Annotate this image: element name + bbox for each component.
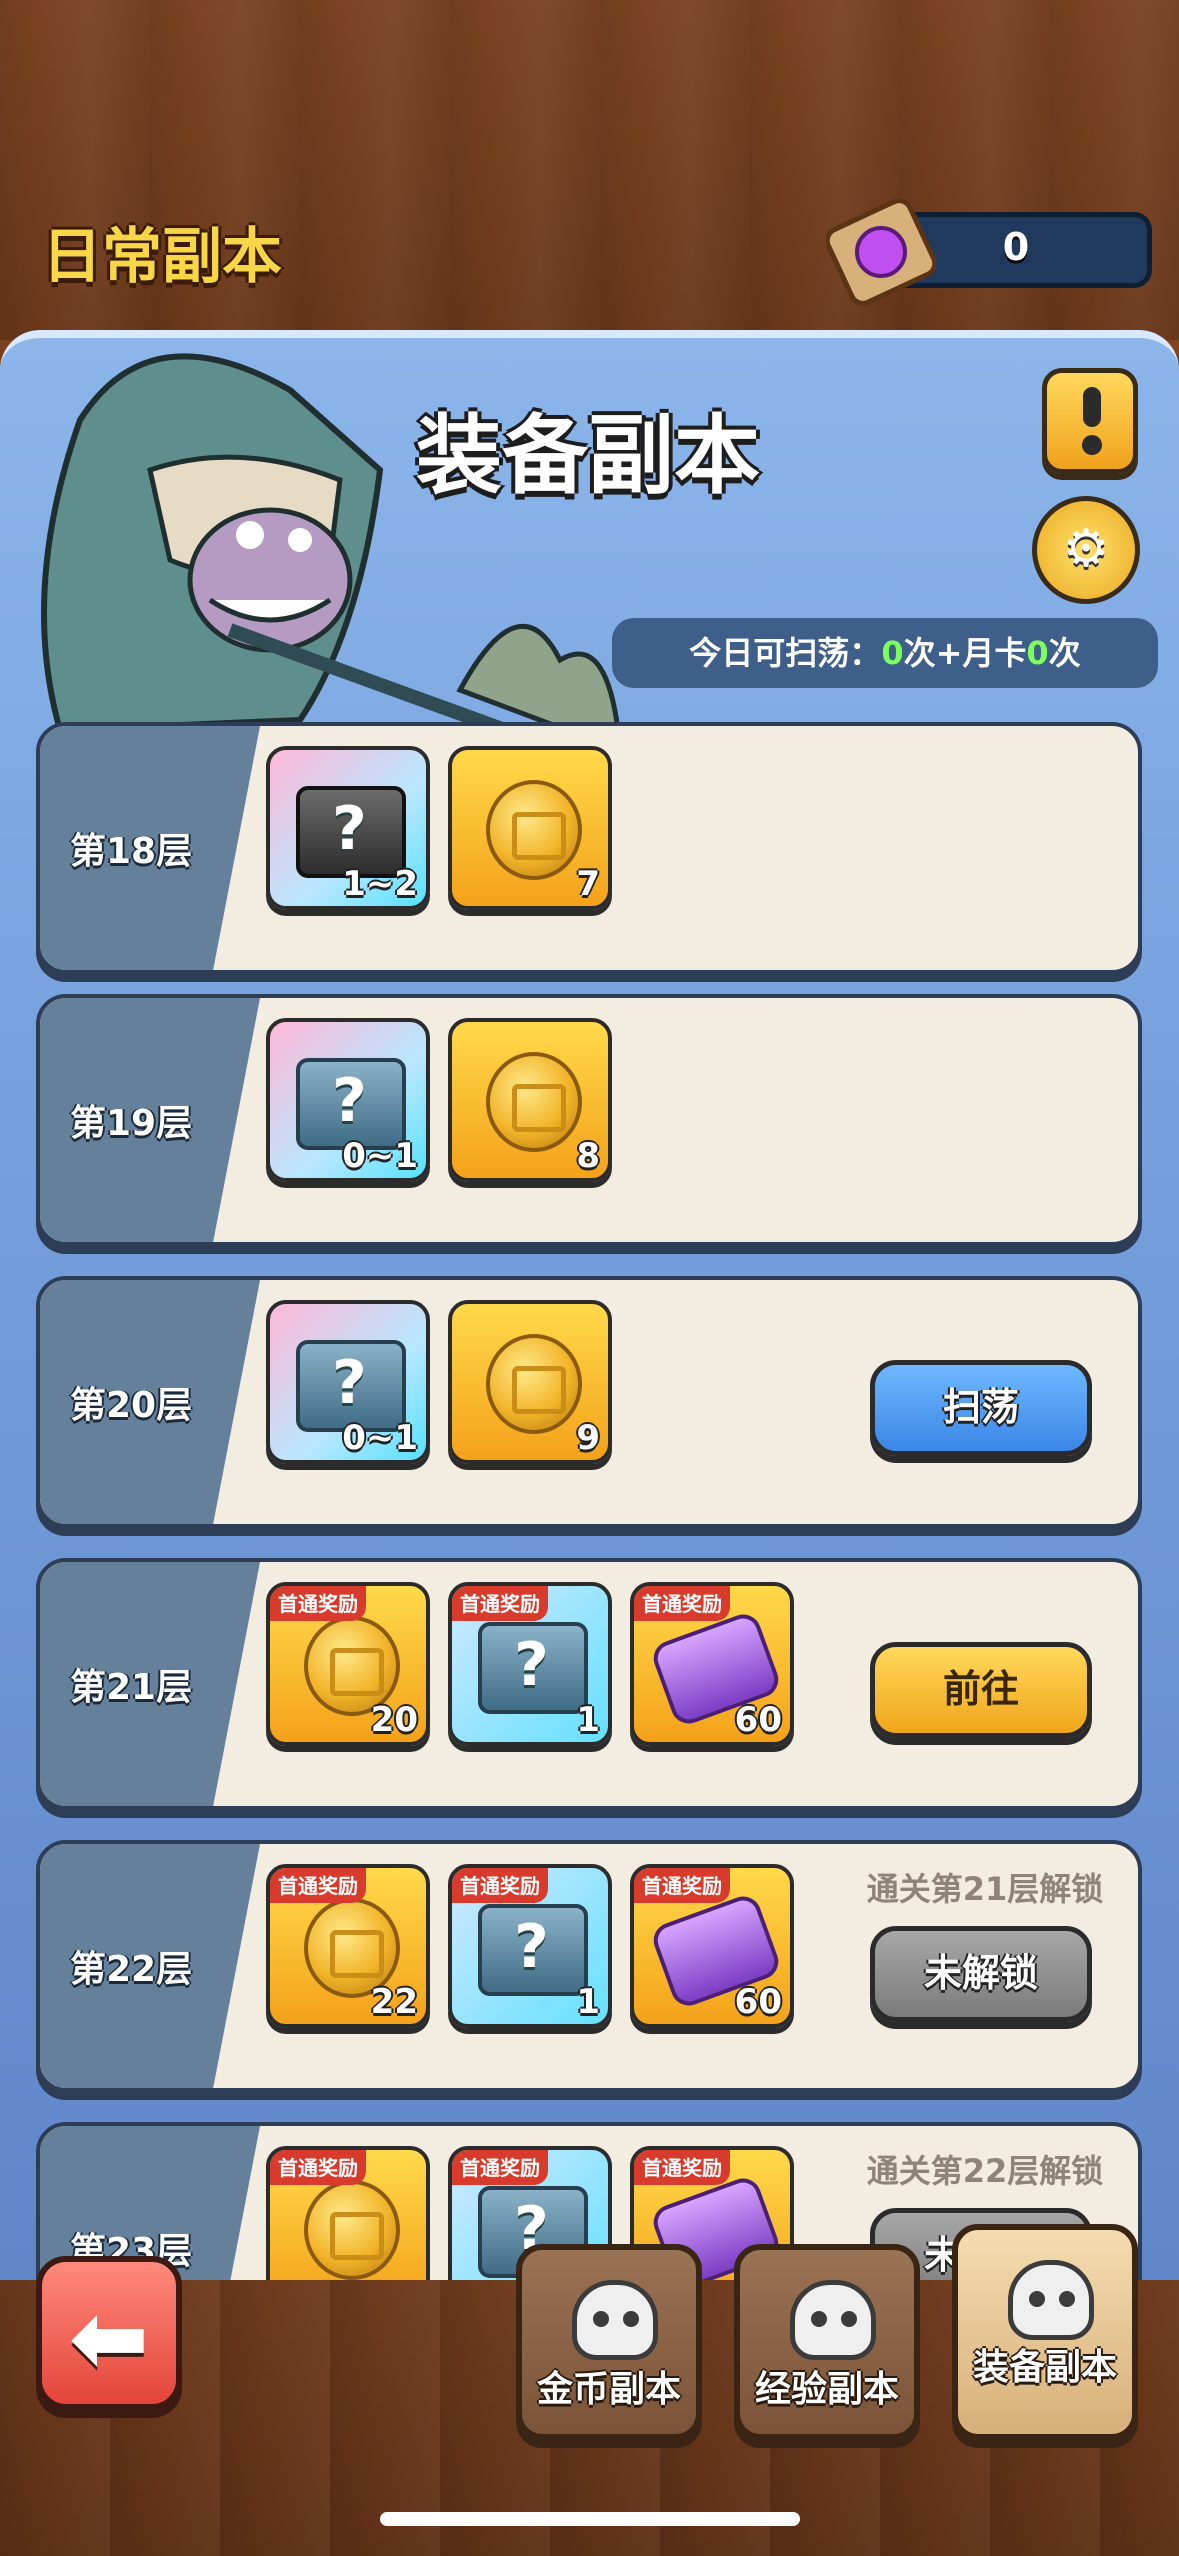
reward-count: 60 (734, 1982, 782, 2022)
coin-icon (486, 1334, 582, 1434)
first-clear-tag: 首通奖励 (270, 1586, 366, 1621)
first-clear-tag: 首通奖励 (634, 1868, 730, 1903)
floor-label: 第18层 (70, 831, 193, 872)
reward-item[interactable]: 7 (448, 746, 612, 910)
reward-item[interactable]: 首通奖励 1 (448, 1582, 612, 1746)
skull-exp-icon (790, 2280, 876, 2360)
reward-item[interactable]: 0~1 (266, 1300, 430, 1464)
coin-icon (486, 1052, 582, 1152)
skull-coin-icon (572, 2280, 658, 2360)
floor-label-bg: 第20层 (40, 1280, 260, 1524)
banner-title: 装备副本 (416, 406, 760, 506)
reward-count: 1~2 (342, 864, 418, 904)
floor-row: 第22层 首通奖励 22 首通奖励 1 首通奖励 60 通关第21层解锁未解锁 (36, 1840, 1142, 2092)
tab-label: 金币副本 (536, 2369, 681, 2410)
locked-button: 未解锁 (870, 1926, 1092, 2022)
reward-item[interactable]: 首通奖励 22 (266, 1864, 430, 2028)
floor-label-bg: 第22层 (40, 1844, 260, 2088)
floor-label-bg: 第21层 (40, 1562, 260, 1806)
scroll-icon (826, 198, 936, 306)
floor-row: 第21层 首通奖励 20 首通奖励 1 首通奖励 60 前往 (36, 1558, 1142, 1810)
floor-label: 第21层 (70, 1667, 193, 1708)
back-button[interactable]: ⬅ (36, 2256, 182, 2410)
auto-settings-button[interactable]: ⚙ (1032, 496, 1140, 604)
reward-item[interactable]: 9 (448, 1300, 612, 1464)
reward-count: 1 (576, 1700, 600, 1740)
mystery-chest-icon (478, 1904, 588, 1996)
reward-count: 22 (370, 1982, 418, 2022)
tab-equip-dungeon[interactable]: 装备副本 (952, 2224, 1138, 2440)
first-clear-tag: 首通奖励 (270, 1868, 366, 1903)
floor-row: 第19层 0~1 8 (36, 994, 1142, 1246)
sweep-button[interactable]: 扫荡 (870, 1360, 1092, 1456)
first-clear-tag: 首通奖励 (452, 1868, 548, 1903)
reward-item[interactable]: 首通奖励 20 (266, 1582, 430, 1746)
first-clear-tag: 首通奖励 (634, 1586, 730, 1621)
exclamation-icon (1083, 387, 1101, 427)
unlock-hint: 通关第22层解锁 (866, 2152, 1104, 2190)
reward-item[interactable]: 首通奖励 60 (630, 1582, 794, 1746)
floor-label: 第19层 (70, 1103, 193, 1144)
tab-label: 经验副本 (754, 2369, 899, 2410)
reward-item[interactable]: 1~2 (266, 746, 430, 910)
first-clear-tag: 首通奖励 (452, 2150, 548, 2185)
skull-equip-icon (1008, 2260, 1094, 2340)
reward-count: 8 (576, 1136, 600, 1176)
coin-icon (304, 2180, 400, 2280)
go-button[interactable]: 前往 (870, 1642, 1092, 1738)
reward-count: 20 (370, 1700, 418, 1740)
floor-row: 第20层 0~1 9 扫荡 (36, 1276, 1142, 1528)
home-indicator (380, 2512, 800, 2526)
reward-count: 1 (576, 1982, 600, 2022)
gear-icon: ⚙ (1062, 519, 1110, 579)
reward-count: 0~1 (342, 1136, 418, 1176)
floor-label-bg: 第18层 (40, 726, 260, 970)
mystery-chest-icon (478, 1622, 588, 1714)
reward-item[interactable]: 首通奖励 60 (630, 1864, 794, 2028)
reward-count: 9 (576, 1418, 600, 1458)
tab-label: 装备副本 (972, 2347, 1117, 2388)
floor-label: 第20层 (70, 1385, 193, 1426)
tab-exp-dungeon[interactable]: 经验副本 (734, 2244, 920, 2440)
reward-count: 0~1 (342, 1418, 418, 1458)
reward-count: 60 (734, 1700, 782, 1740)
unlock-hint: 通关第21层解锁 (866, 1870, 1104, 1908)
reward-item[interactable]: 首通奖励 1 (448, 1864, 612, 2028)
arrow-left-icon: ⬅ (68, 2282, 150, 2394)
floor-label-bg: 第19层 (40, 998, 260, 1242)
sweep-info: 今日可扫荡：0次+月卡0次 (612, 618, 1158, 688)
first-clear-tag: 首通奖励 (634, 2150, 730, 2185)
reward-count: 7 (576, 864, 600, 904)
reward-item[interactable]: 8 (448, 1018, 612, 1182)
info-button[interactable] (1042, 368, 1138, 474)
floor-row: 第18层 1~2 7 (36, 722, 1142, 974)
floor-label: 第22层 (70, 1949, 193, 1990)
first-clear-tag: 首通奖励 (270, 2150, 366, 2185)
reward-item[interactable]: 0~1 (266, 1018, 430, 1182)
page-title: 日常副本 (42, 222, 282, 292)
tab-gold-dungeon[interactable]: 金币副本 (516, 2244, 702, 2440)
coin-icon (486, 780, 582, 880)
first-clear-tag: 首通奖励 (452, 1586, 548, 1621)
